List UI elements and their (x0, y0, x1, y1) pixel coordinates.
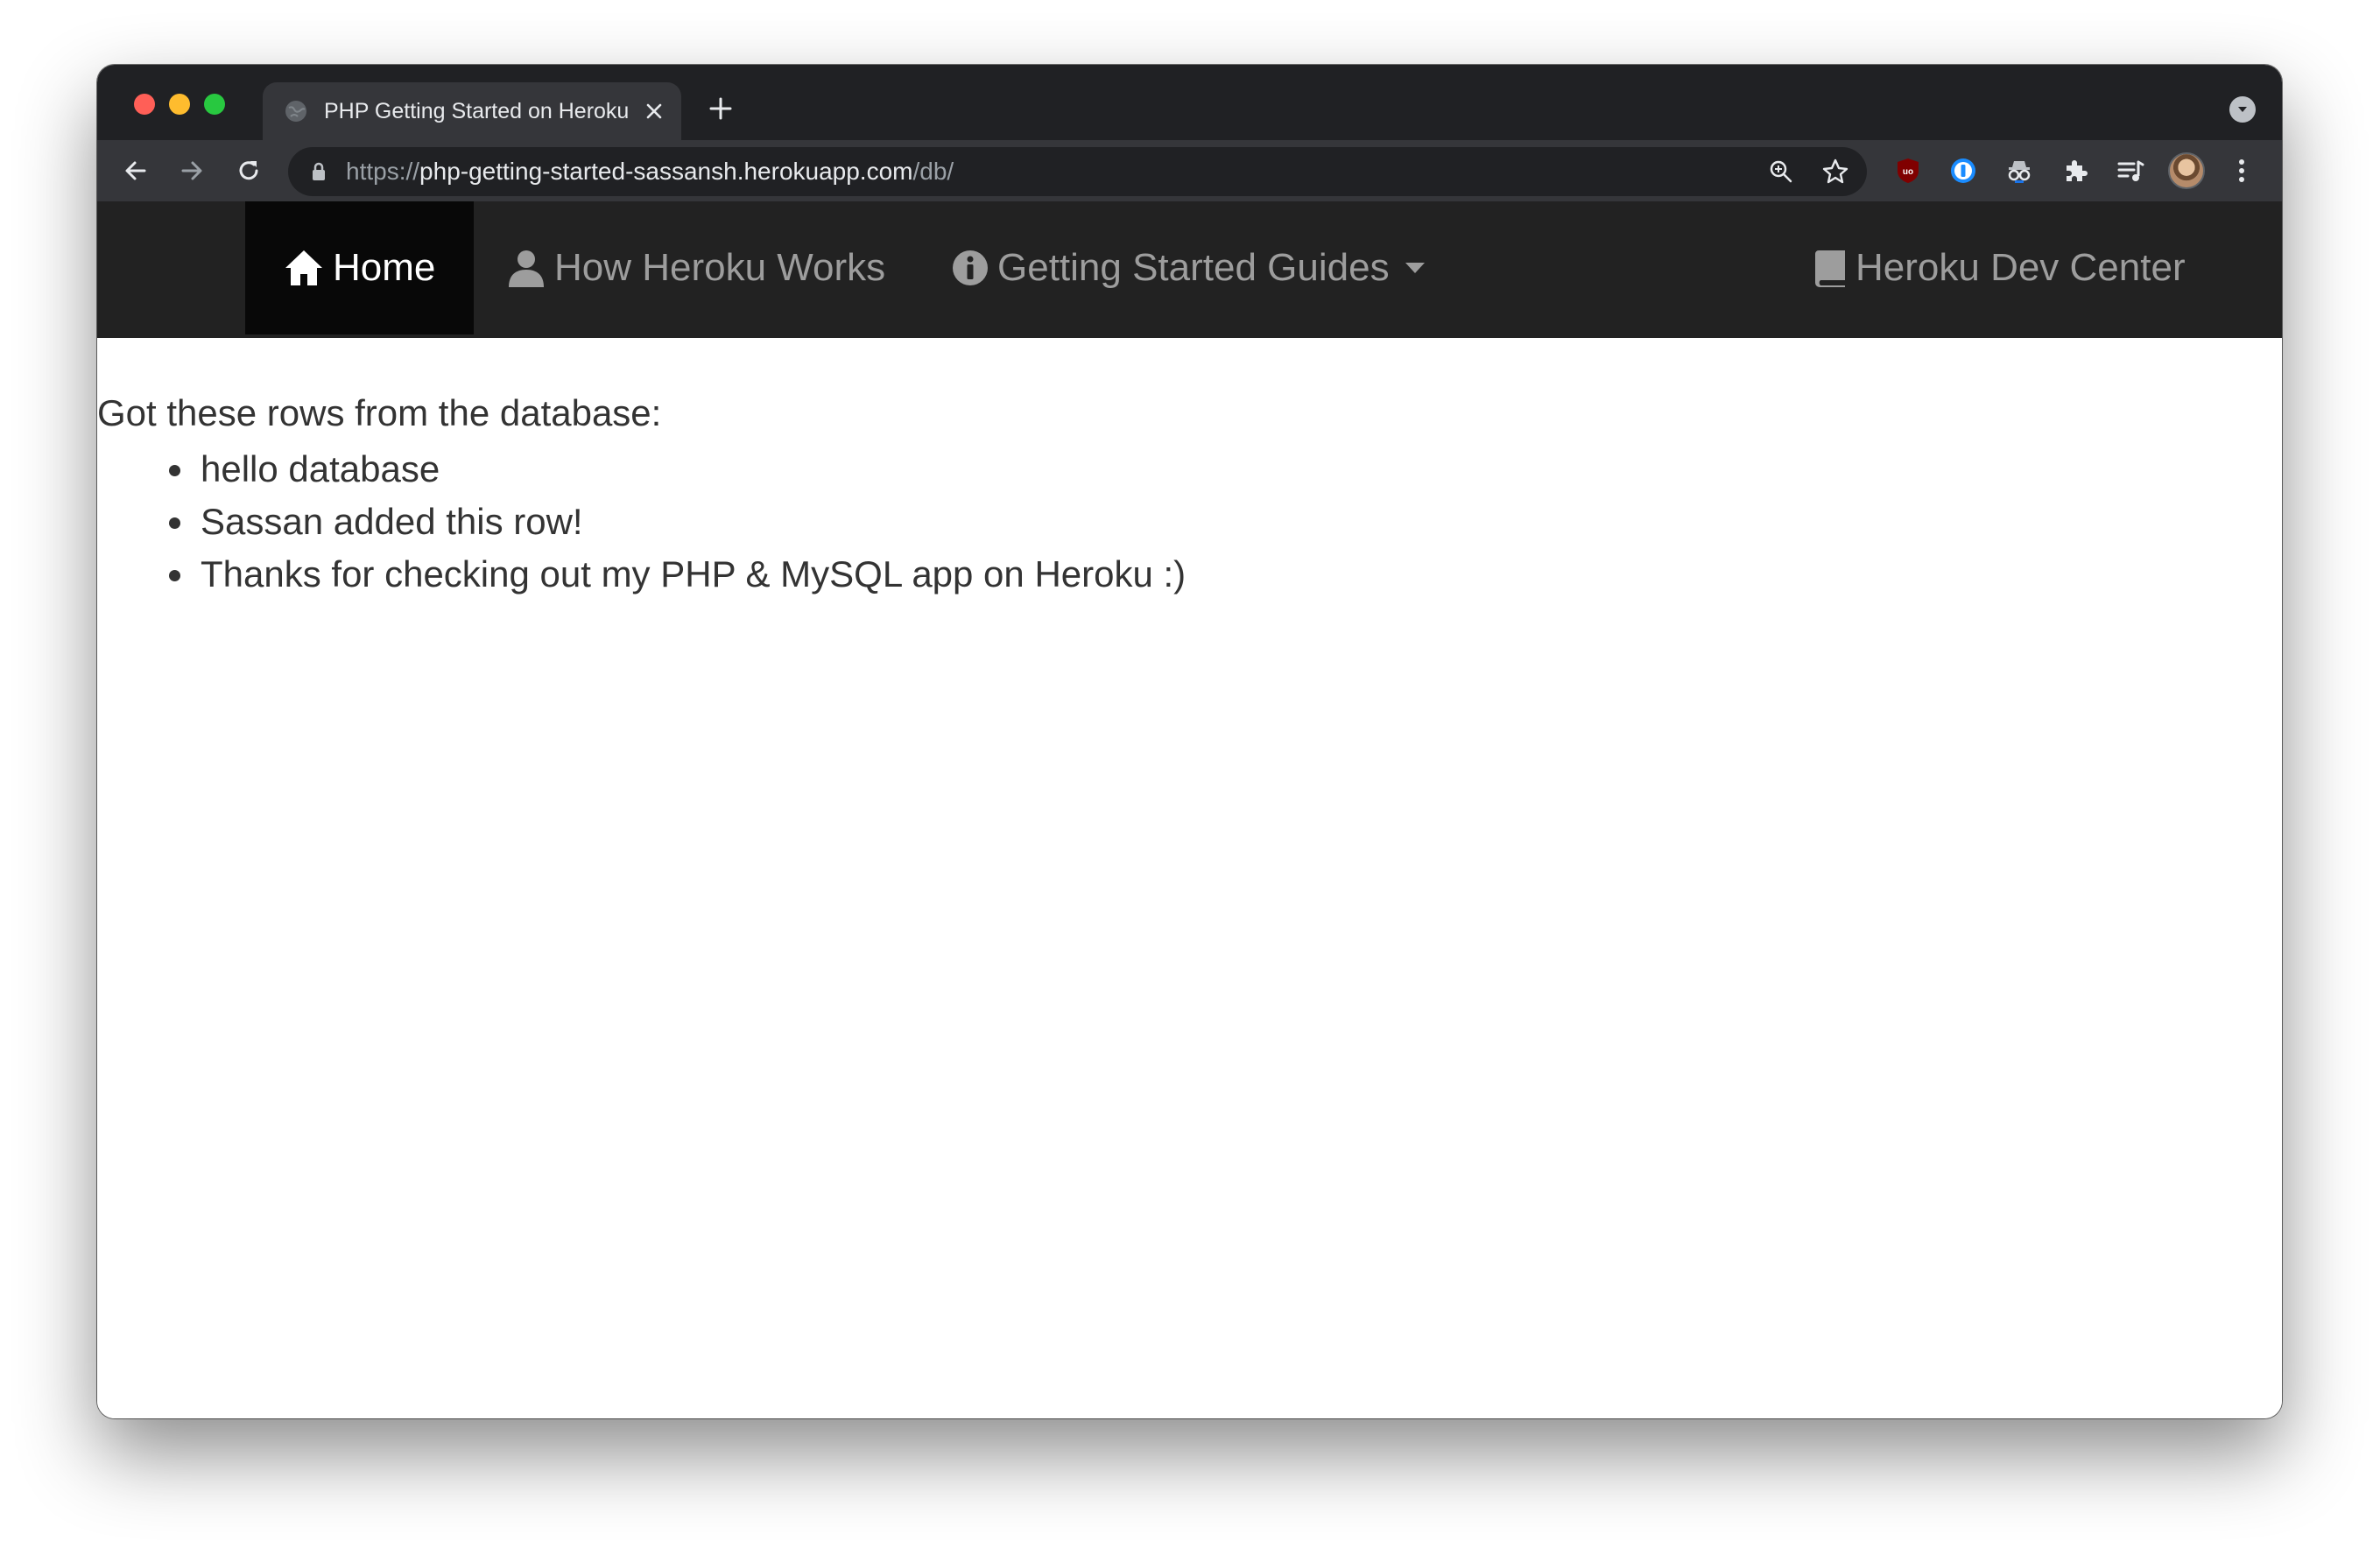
list-item: hello database (169, 443, 1186, 496)
list-item: Sassan added this row! (169, 496, 1186, 548)
active-tab[interactable]: PHP Getting Started on Heroku (263, 82, 681, 140)
profile-avatar-image (2168, 152, 2205, 189)
info-circle-icon (952, 250, 989, 286)
new-tab-icon[interactable] (703, 91, 738, 126)
user-icon (507, 249, 546, 287)
nav-guides-label: Getting Started Guides (997, 246, 1390, 289)
db-rows-heading: Got these rows from the database: (97, 392, 662, 433)
back-icon[interactable] (116, 151, 155, 190)
nav-home-label: Home (333, 246, 436, 289)
spy-icon[interactable] (2001, 152, 2038, 189)
minimize-window-button[interactable] (169, 94, 190, 115)
list-item-text: hello database (201, 448, 440, 489)
list-item: Thanks for checking out my PHP & MySQL a… (169, 548, 1186, 601)
site-navbar: Home How Heroku Works Getting Started Gu… (97, 201, 2282, 338)
list-item-text: Sassan added this row! (201, 501, 583, 542)
ublock-icon[interactable]: uo (1890, 152, 1926, 189)
close-tab-icon[interactable] (639, 96, 669, 126)
url-host: php-getting-started-sassansh.herokuapp.c… (419, 158, 913, 185)
bullet (169, 570, 180, 581)
browser-toolbar: https://php-getting-started-sassansh.her… (97, 140, 2282, 201)
reload-icon[interactable] (229, 151, 268, 190)
book-icon (1813, 249, 1847, 287)
url-scheme: https:// (346, 158, 420, 185)
bullet (169, 465, 180, 476)
nav-devcenter-label: Heroku Dev Center (1855, 246, 2186, 289)
web-page: Home How Heroku Works Getting Started Gu… (97, 201, 2282, 1418)
star-icon[interactable] (1818, 154, 1853, 189)
tab-strip: PHP Getting Started on Heroku (97, 65, 2282, 140)
nav-how-label: How Heroku Works (554, 246, 886, 289)
lock-icon[interactable] (311, 160, 330, 183)
nav-how-heroku-works[interactable]: How Heroku Works (507, 201, 885, 334)
url-text: https://php-getting-started-sassansh.her… (346, 158, 954, 186)
forward-icon[interactable] (173, 151, 211, 190)
nav-home[interactable]: Home (245, 201, 475, 334)
svg-text:uo: uo (1903, 167, 1913, 177)
caret-down-icon (1405, 263, 1425, 273)
tab-search-icon[interactable] (2229, 96, 2256, 123)
home-icon (284, 249, 324, 287)
list-item-text: Thanks for checking out my PHP & MySQL a… (201, 553, 1186, 595)
more-icon[interactable] (2223, 152, 2260, 189)
address-bar[interactable]: https://php-getting-started-sassansh.her… (288, 147, 1867, 196)
tab-title: PHP Getting Started on Heroku (324, 98, 630, 123)
zoom-icon[interactable] (1764, 154, 1799, 189)
maximize-window-button[interactable] (204, 94, 225, 115)
globe-icon (284, 99, 308, 123)
onepassword-icon[interactable] (1945, 152, 1982, 189)
browser-window: PHP Getting Started on Heroku https://ph… (97, 65, 2282, 1418)
reading-list-icon[interactable] (2112, 152, 2149, 189)
puzzle-icon[interactable] (2057, 152, 2094, 189)
bullet (169, 517, 180, 529)
db-rows-list: hello database Sassan added this row! Th… (169, 443, 1186, 601)
nav-getting-started-guides[interactable]: Getting Started Guides (952, 201, 1425, 334)
close-window-button[interactable] (134, 94, 155, 115)
url-path: /db/ (912, 158, 954, 185)
avatar[interactable] (2168, 152, 2205, 189)
nav-heroku-dev-center[interactable]: Heroku Dev Center (1813, 201, 2186, 334)
